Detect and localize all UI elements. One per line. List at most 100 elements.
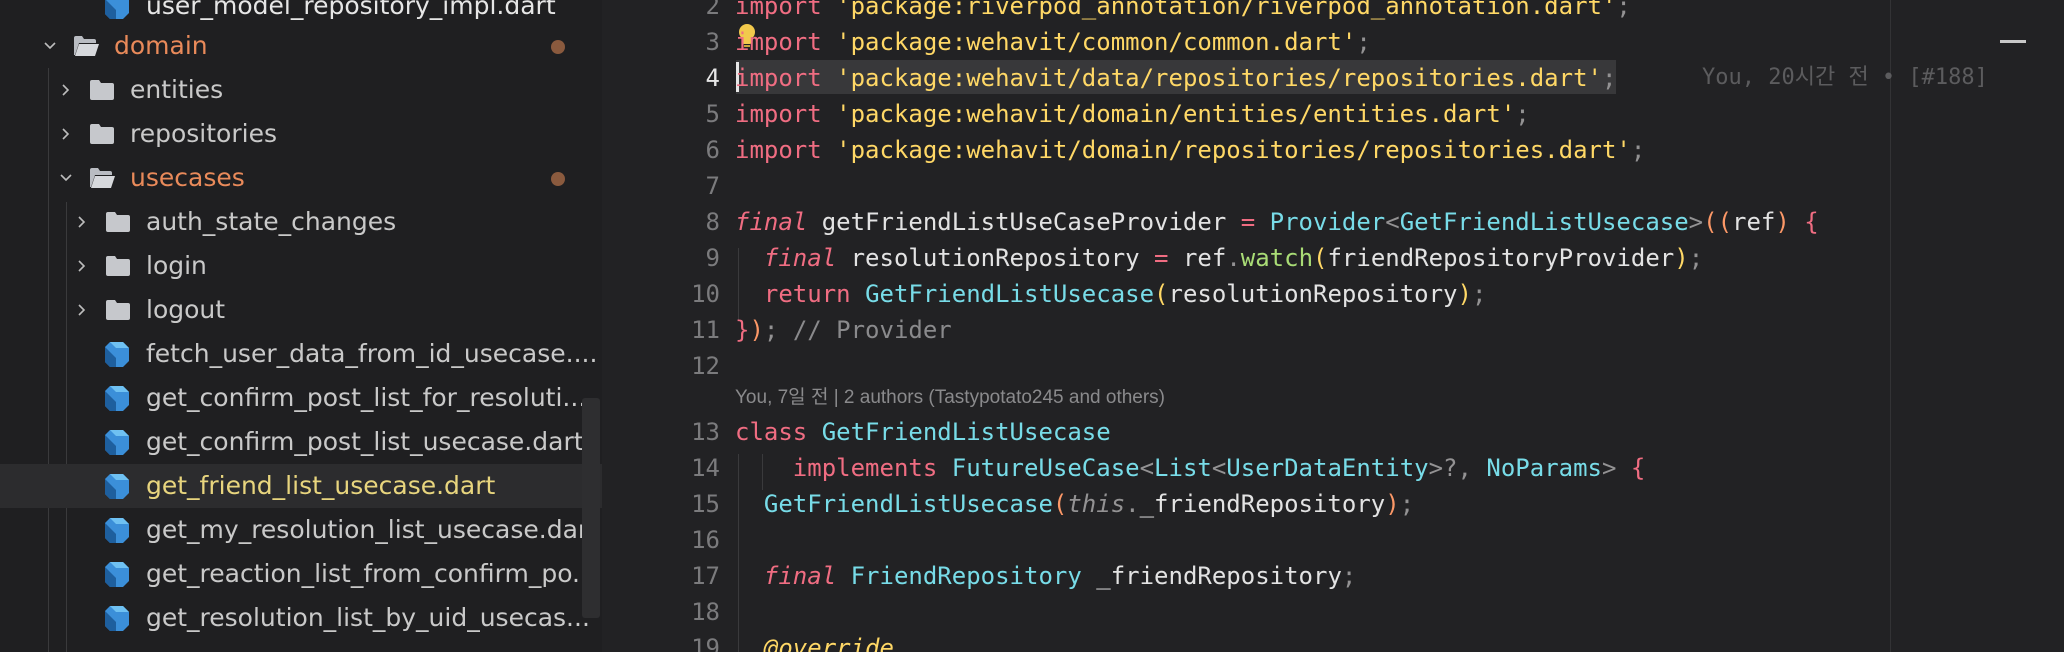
tree-file[interactable]: get_confirm_post_list_usecase.dart (0, 420, 602, 464)
tree-item-label: fetch_user_data_from_id_usecase.... (146, 339, 598, 368)
tree-item-label: get_resolution_list_by_uid_usecas... (146, 603, 590, 632)
dart-file-icon (105, 342, 129, 367)
code-line-8: final getFriendListUseCaseProvider = Pro… (735, 208, 1819, 236)
code-line-2: import 'package:riverpod_annotation/rive… (735, 0, 1631, 24)
tree-folder[interactable]: domain (0, 24, 602, 68)
type-name: UserDataEntity (1226, 454, 1429, 482)
function-name: watch (1240, 244, 1314, 272)
line-number: 7 (705, 172, 720, 200)
editor-ruler (1890, 0, 1891, 652)
modified-dot (551, 40, 565, 54)
tree-file[interactable]: get_my_resolution_list_usecase.dart (0, 508, 602, 552)
code-line-3: import 'package:wehavit/common/common.da… (735, 28, 1371, 56)
tree-folder[interactable]: login (0, 244, 602, 288)
import-path: 'package:wehavit/common/common.dart' (836, 28, 1357, 56)
line-number: 2 (705, 0, 720, 20)
identifier: _friendRepository (1096, 562, 1342, 590)
explorer-sidebar: user_model_repository_impl.dart domain ent… (0, 0, 602, 652)
folder-icon (106, 256, 130, 276)
line-number: 6 (705, 136, 720, 164)
tree-folder[interactable]: logout (0, 288, 602, 332)
tree-item-label: entities (130, 75, 224, 104)
chevron-right-icon[interactable] (72, 200, 92, 244)
annotation: @override (763, 634, 894, 652)
chevron-right-icon[interactable] (56, 68, 76, 112)
tree-item-label: repositories (130, 119, 277, 148)
tree-folder[interactable]: entities (0, 68, 602, 112)
identifier: ref (1732, 208, 1776, 236)
line-number: 10 (691, 280, 720, 308)
tree-file[interactable]: get_friend_list_usecase.dart (0, 464, 602, 508)
line-number: 3 (705, 28, 720, 56)
code-line-17: final FriendRepository _friendRepository… (763, 562, 1357, 590)
keyword-import: import (735, 136, 822, 164)
tree-folder[interactable]: auth_state_changes (0, 200, 602, 244)
tree-item-label: login (146, 251, 207, 280)
folder-icon (90, 124, 114, 144)
folder-icon (106, 300, 130, 320)
tree-file[interactable]: get_reaction_list_from_confirm_po... (0, 552, 602, 596)
import-path: 'package:wehavit/domain/repositories/rep… (836, 136, 1631, 164)
chevron-down-icon[interactable] (40, 24, 60, 68)
import-path: 'package:wehavit/domain/entities/entitie… (836, 100, 1516, 128)
line-number: 14 (691, 454, 720, 482)
chevron-right-icon[interactable] (72, 288, 92, 332)
type-name: GetFriendListUsecase (763, 490, 1053, 518)
code-line-4: import 'package:wehavit/data/repositorie… (735, 64, 1617, 92)
tree-item-label: get_my_resolution_list_usecase.dart (146, 515, 598, 544)
dart-file-icon (105, 0, 129, 19)
line-number: 19 (691, 634, 720, 652)
identifier: friendRepositoryProvider (1327, 244, 1675, 272)
tree-file[interactable]: get_confirm_post_list_for_resoluti... (0, 376, 602, 420)
codelens-authors[interactable]: You, 7일 전 | 2 authors (Tastypotato245 an… (735, 384, 1165, 412)
keyword-class: class (735, 418, 808, 446)
line-number: 5 (705, 100, 720, 128)
code-line-15: GetFriendListUsecase(this._friendReposit… (763, 490, 1415, 518)
tree-item-label: get_reaction_list_from_confirm_po... (146, 559, 596, 588)
line-number: 18 (691, 598, 720, 626)
tree-item-label: domain (114, 31, 208, 60)
keyword-import: import (735, 100, 822, 128)
code-line-19: @override (735, 630, 894, 652)
minimap-marker (2000, 40, 2026, 43)
identifier: resolutionRepository (850, 244, 1140, 272)
type-name: GetFriendListUsecase (865, 280, 1155, 308)
chevron-right-icon[interactable] (72, 244, 92, 288)
code-line-9: final resolutionRepository = ref.watch(f… (763, 244, 1704, 272)
line-number: 13 (691, 418, 720, 446)
line-number: 15 (691, 490, 720, 518)
chevron-right-icon[interactable] (56, 112, 76, 156)
line-number: 9 (705, 244, 720, 272)
line-number: 12 (691, 352, 720, 380)
tree-folder[interactable]: usecases (0, 156, 602, 200)
type-name: Provider (1269, 208, 1386, 236)
folder-icon (90, 80, 114, 100)
keyword-import: import (735, 64, 822, 92)
dart-file-icon (105, 474, 129, 499)
code-line-14: implements FutureUseCase<List<UserDataEn… (792, 454, 1646, 482)
code-editor[interactable]: 2 3 4 5 6 7 8 9 10 11 12 13 14 15 16 17 18 19 import 'pac… (602, 0, 2064, 652)
code-line-5: import 'package:wehavit/domain/entities/… (735, 100, 1530, 128)
tree-item-label: usecases (130, 163, 245, 192)
tree-file[interactable]: get_resolution_list_by_uid_usecas... (0, 596, 602, 640)
keyword-final: final (763, 562, 837, 590)
line-number: 4 (705, 64, 720, 92)
keyword-import: import (735, 28, 822, 56)
code-line-13: class GetFriendListUsecase (735, 414, 1111, 450)
tree-item-label: get_confirm_post_list_usecase.dart (146, 427, 584, 456)
folder-open-icon (74, 36, 99, 56)
sidebar-scrollbar[interactable] (582, 398, 600, 618)
keyword-final: final (763, 244, 837, 272)
tree-item-label: get_confirm_post_list_for_resoluti... (146, 383, 587, 412)
type-name: FriendRepository (850, 562, 1082, 590)
folder-open-icon (90, 168, 115, 188)
type-name: List (1154, 454, 1212, 482)
identifier: getFriendListUseCaseProvider (821, 208, 1227, 236)
tree-item-label: get_friend_list_usecase.dart (146, 471, 496, 500)
identifier: _friendRepository (1139, 490, 1386, 518)
line-number: 8 (705, 208, 720, 236)
tree-file[interactable]: fetch_user_data_from_id_usecase.... (0, 332, 602, 376)
chevron-down-icon[interactable] (56, 156, 76, 200)
tree-folder[interactable]: repositories (0, 112, 602, 156)
type-name: FutureUseCase (951, 454, 1140, 482)
